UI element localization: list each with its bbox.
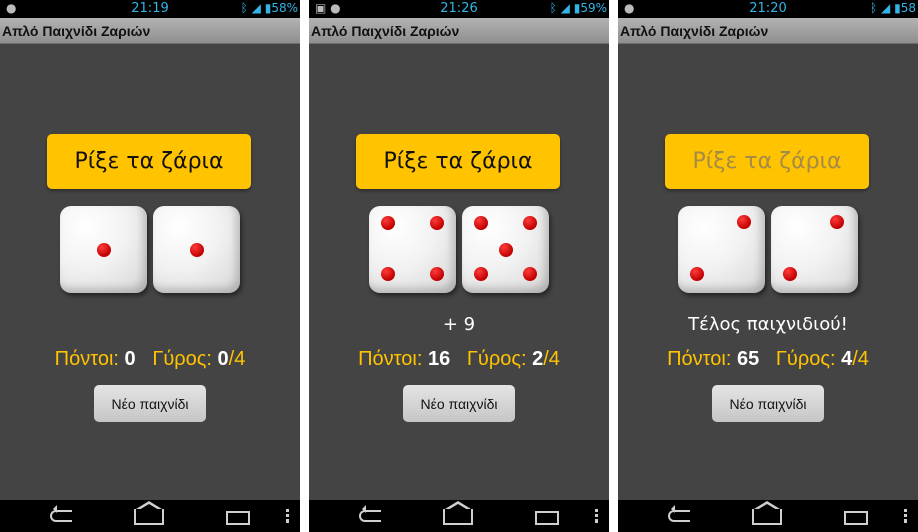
status-icons: ᛒ ◢ ▮58 (870, 1, 916, 15)
die-pip (96, 242, 111, 257)
back-icon[interactable] (359, 505, 381, 522)
navigation-bar (309, 500, 609, 532)
round-label: Γύρος: (466, 348, 527, 370)
phone-screen-3: ● 21:20 ᛒ ◢ ▮58 Απλό Παιχνίδι Ζαριών Ρίξ… (618, 0, 918, 532)
points-label: Πόντοι: (358, 348, 423, 370)
die-left (369, 206, 456, 293)
die-pip (830, 214, 845, 229)
back-icon[interactable] (50, 505, 72, 522)
roll-dice-button[interactable]: Ρίξε τα ζάρια (665, 134, 869, 189)
die-right (462, 206, 549, 293)
die-pip (474, 216, 489, 231)
status-icons: ᛒ ◢ ▮59% (550, 1, 607, 15)
die-left (60, 206, 147, 293)
roll-result-text: + 9 (442, 314, 476, 335)
phone-screen-1: ● 21:19 ᛒ ◢ ▮58% Απλό Παιχνίδι Ζαριών Ρί… (0, 0, 300, 532)
die-pip (429, 266, 444, 281)
back-icon[interactable] (668, 505, 690, 522)
round-total: /4 (228, 348, 246, 370)
die-pip (522, 216, 537, 231)
die-pip (498, 242, 513, 257)
round-total: /4 (543, 348, 560, 370)
menu-icon[interactable] (286, 509, 289, 523)
signal-icon: ◢ (881, 1, 891, 15)
bluetooth-icon: ᛒ (549, 1, 557, 15)
status-bar: ● 21:19 ᛒ ◢ ▮58% (0, 0, 300, 18)
die-pip (474, 266, 489, 281)
die-pip (783, 266, 798, 281)
die-pip (381, 266, 396, 281)
home-icon[interactable] (752, 501, 782, 525)
die-right (771, 206, 858, 293)
recent-apps-icon[interactable] (844, 511, 868, 525)
menu-icon[interactable] (595, 509, 598, 523)
status-bar: ▣ ● 21:26 ᛒ ◢ ▮59% (309, 0, 609, 18)
recent-apps-icon[interactable] (226, 511, 250, 525)
battery-percent: 58% (271, 1, 298, 15)
points-value: 65 (736, 348, 760, 370)
score-line: Πόντοι: 16 Γύρος: 2/4 (309, 348, 609, 371)
status-icons: ᛒ ◢ ▮58% (241, 1, 298, 15)
round-current: 0 (217, 348, 229, 370)
app-title: Απλό Παιχνίδι Ζαριών (618, 18, 918, 44)
home-icon[interactable] (443, 501, 473, 525)
die-left (678, 206, 765, 293)
round-current: 4 (841, 348, 853, 370)
navigation-bar (618, 500, 918, 532)
points-label: Πόντοι: (667, 348, 732, 370)
app-title: Απλό Παιχνίδι Ζαριών (0, 18, 300, 44)
round-label: Γύρος: (152, 348, 212, 370)
score-line: Πόντοι: 65 Γύρος: 4/4 (618, 348, 918, 371)
new-game-button[interactable]: Νέο παιχνίδι (403, 385, 515, 422)
die-pip (522, 266, 537, 281)
roll-dice-button[interactable]: Ρίξε τα ζάρια (356, 134, 560, 189)
menu-icon[interactable] (904, 509, 907, 523)
signal-icon: ◢ (560, 1, 570, 15)
round-label: Γύρος: (775, 348, 836, 370)
points-value: 0 (124, 348, 136, 370)
status-bar: ● 21:20 ᛒ ◢ ▮58 (618, 0, 918, 18)
die-pip (690, 266, 705, 281)
home-icon[interactable] (134, 501, 164, 525)
new-game-button[interactable]: Νέο παιχνίδι (712, 385, 824, 422)
battery-percent: 59% (580, 1, 607, 15)
battery-icon: ▮ (894, 1, 901, 15)
points-label: Πόντοι: (54, 348, 119, 370)
recent-apps-icon[interactable] (535, 511, 559, 525)
app-title: Απλό Παιχνίδι Ζαριών (309, 18, 609, 44)
roll-dice-button[interactable]: Ρίξε τα ζάρια (47, 134, 251, 189)
die-pip (737, 214, 752, 229)
die-pip (429, 216, 444, 231)
signal-icon: ◢ (251, 1, 261, 15)
die-pip (189, 242, 204, 257)
die-right (153, 206, 240, 293)
score-line: Πόντοι: 0 Γύρος: 0/4 (0, 348, 300, 371)
navigation-bar (0, 500, 300, 532)
die-pip (381, 216, 396, 231)
bluetooth-icon: ᛒ (870, 1, 878, 15)
bluetooth-icon: ᛒ (240, 1, 248, 15)
battery-percent: 58 (900, 1, 916, 15)
phone-screen-2: ▣ ● 21:26 ᛒ ◢ ▮59% Απλό Παιχνίδι Ζαριών … (309, 0, 609, 532)
points-value: 16 (427, 348, 451, 370)
round-current: 2 (532, 348, 544, 370)
game-over-text: Τέλος παιχνιδιού! (688, 314, 848, 335)
round-total: /4 (852, 348, 869, 370)
new-game-button[interactable]: Νέο παιχνίδι (94, 385, 206, 422)
